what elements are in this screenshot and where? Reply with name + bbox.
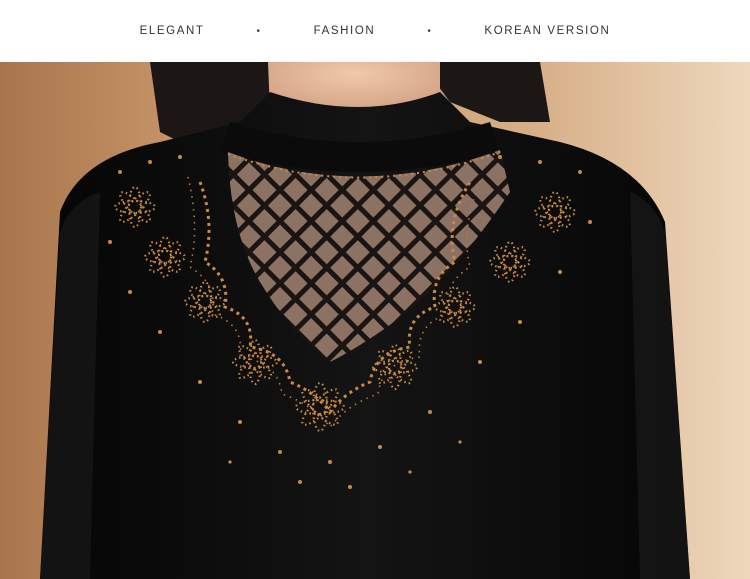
tagline-elegant: ELEGANT <box>139 25 205 37</box>
tagline-separator: • <box>427 25 433 37</box>
product-photo-illustration <box>0 62 750 579</box>
product-photo <box>0 62 750 579</box>
tagline-fashion: FASHION <box>313 25 376 37</box>
tagline-bar: ELEGANT • FASHION • KOREAN VERSION <box>0 0 750 62</box>
tagline-korean-version: KOREAN VERSION <box>484 25 611 37</box>
tagline-separator: • <box>256 25 262 37</box>
